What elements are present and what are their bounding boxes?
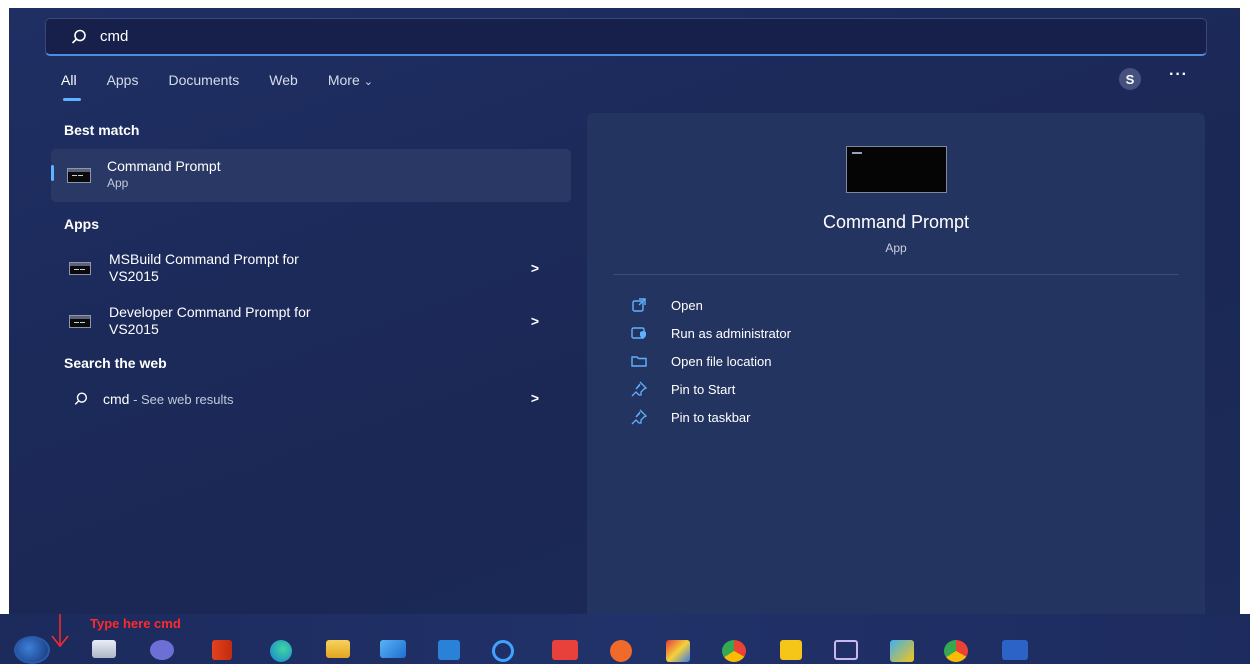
tab-more[interactable]: More ⌄ bbox=[328, 72, 373, 88]
admin-shield-icon bbox=[631, 327, 646, 339]
mail-icon[interactable] bbox=[380, 640, 406, 658]
photos-icon[interactable] bbox=[890, 640, 914, 662]
best-match-heading: Best match bbox=[64, 122, 140, 138]
open-icon bbox=[632, 298, 646, 312]
postman-icon[interactable] bbox=[610, 640, 632, 662]
action-open[interactable]: Open bbox=[631, 297, 703, 313]
annotation-arrow-icon bbox=[51, 614, 69, 648]
cortana-icon[interactable] bbox=[492, 640, 514, 662]
web-suffix: - See web results bbox=[129, 392, 234, 407]
start-search-icon[interactable] bbox=[14, 636, 50, 664]
office-icon[interactable] bbox=[212, 640, 232, 660]
search-web-heading: Search the web bbox=[64, 355, 167, 371]
action-run-as-admin[interactable]: Run as administrator bbox=[631, 325, 791, 341]
tab-apps[interactable]: Apps bbox=[107, 72, 139, 88]
action-pin-to-taskbar[interactable]: Pin to taskbar bbox=[631, 409, 751, 425]
action-label: Pin to Start bbox=[671, 381, 736, 397]
chevron-right-icon: > bbox=[530, 260, 539, 276]
pin-icon bbox=[631, 409, 647, 425]
tab-documents[interactable]: Documents bbox=[168, 72, 239, 88]
action-pin-to-start[interactable]: Pin to Start bbox=[631, 381, 735, 397]
tab-more-label: More bbox=[327, 72, 360, 88]
chrome-icon[interactable] bbox=[722, 640, 746, 662]
tab-all[interactable]: All bbox=[61, 72, 81, 101]
app-result-msbuild[interactable]: MSBuild Command Prompt for VS2015 > bbox=[51, 250, 571, 292]
pin-icon bbox=[631, 381, 647, 397]
folder-icon bbox=[631, 356, 647, 367]
detail-subtitle: App bbox=[885, 241, 907, 255]
command-prompt-icon bbox=[67, 168, 91, 183]
detail-title: Command Prompt bbox=[822, 212, 970, 232]
detail-pane: Command Prompt App Open Run as administr… bbox=[587, 113, 1205, 621]
divider bbox=[613, 274, 1179, 275]
command-prompt-icon bbox=[69, 315, 91, 328]
chat-icon[interactable] bbox=[150, 640, 174, 660]
search-input[interactable] bbox=[98, 27, 1002, 46]
result-title-line2: VS2015 bbox=[109, 268, 159, 284]
command-prompt-icon bbox=[69, 262, 91, 275]
more-options-icon[interactable]: ··· bbox=[1169, 66, 1188, 84]
word-icon[interactable] bbox=[1002, 640, 1028, 660]
start-search-panel: All Apps Documents Web More⌄ S ··· Best … bbox=[9, 8, 1240, 630]
action-label: Run as administrator bbox=[671, 325, 791, 341]
anydesk-icon[interactable] bbox=[552, 640, 578, 660]
user-avatar[interactable]: S bbox=[1119, 68, 1141, 90]
search-icon bbox=[71, 29, 86, 44]
result-title: Developer Command Prompt for bbox=[109, 304, 311, 320]
result-subtitle: App bbox=[107, 176, 129, 190]
sticky-notes-icon[interactable] bbox=[780, 640, 802, 660]
chevron-down-icon: ⌄ bbox=[363, 76, 373, 88]
command-prompt-large-icon bbox=[846, 146, 947, 193]
l-app-icon[interactable] bbox=[438, 640, 460, 660]
action-label: Pin to taskbar bbox=[671, 409, 751, 425]
search-icon bbox=[74, 392, 88, 405]
file-explorer-icon[interactable] bbox=[326, 640, 350, 658]
paint-icon[interactable] bbox=[666, 640, 690, 662]
best-match-result[interactable]: Command Prompt App bbox=[51, 149, 571, 202]
app-result-developer[interactable]: Developer Command Prompt for VS2015 > bbox=[51, 303, 571, 345]
chevron-right-icon: > bbox=[530, 313, 539, 329]
edge-icon[interactable] bbox=[270, 640, 292, 662]
action-open-file-location[interactable]: Open file location bbox=[631, 353, 771, 369]
annotation-text: Type here cmd bbox=[90, 616, 181, 631]
apps-heading: Apps bbox=[64, 216, 99, 232]
result-title: Command Prompt bbox=[107, 158, 221, 174]
chrome-icon-2[interactable] bbox=[944, 640, 968, 662]
filter-tabs: All Apps Documents Web More ⌄ bbox=[61, 72, 403, 101]
web-result[interactable]: cmd - See web results > bbox=[51, 386, 571, 414]
tab-web[interactable]: Web bbox=[269, 72, 298, 88]
chevron-right-icon: > bbox=[530, 390, 539, 406]
selection-indicator bbox=[51, 165, 54, 181]
result-title-line2: VS2015 bbox=[109, 321, 159, 337]
task-view-icon[interactable] bbox=[92, 640, 116, 658]
action-label: Open bbox=[671, 297, 703, 313]
search-bar[interactable] bbox=[45, 18, 1207, 56]
result-title: MSBuild Command Prompt for bbox=[109, 251, 299, 267]
web-query: cmd bbox=[103, 391, 130, 407]
action-label: Open file location bbox=[671, 353, 772, 369]
visual-studio-icon[interactable] bbox=[834, 640, 858, 660]
